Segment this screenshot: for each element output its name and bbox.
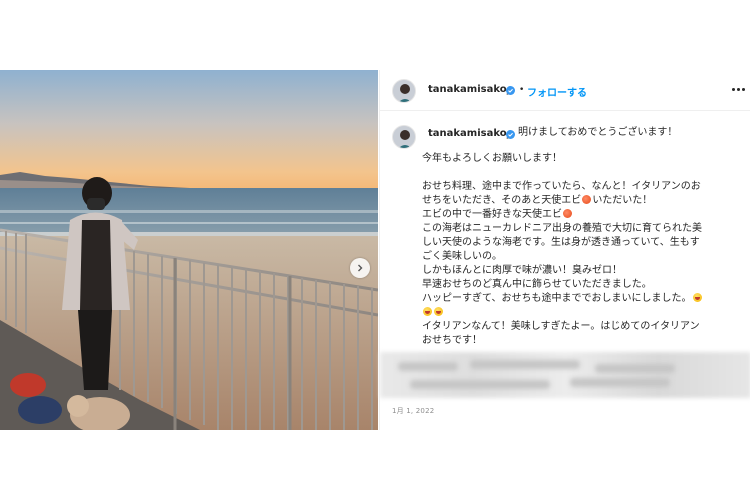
caption-line-11: ハッピーすぎて、おせちも途中まででおしまいにしました。 [422, 292, 703, 306]
caption-line-3: おせち料理、途中まで作っていたら、なんと！イタリアンのお [422, 181, 701, 192]
caption-avatar[interactable] [392, 125, 416, 149]
caption-line-5a: エビの中で一番好きな天使エビ [422, 209, 562, 220]
next-photo-button[interactable] [350, 258, 370, 278]
caption-line-11a: ハッピーすぎて、おせちも途中まででおしまいにしました。 [422, 293, 692, 304]
blurred-text [410, 380, 550, 389]
profile-picture [393, 80, 415, 102]
blurred-comments-area [380, 352, 750, 398]
post-date[interactable]: 1月 1, 2022 [392, 406, 434, 416]
caption-line-7: しい天使のような海老です。生は身が透き通っていて、生もす [422, 237, 700, 248]
blurred-text [570, 378, 670, 387]
follow-button[interactable]: フォローする [527, 84, 587, 99]
beach-sunset-photo [0, 70, 378, 430]
blurred-text [595, 364, 675, 373]
shrimp-emoji-icon [582, 195, 592, 204]
profile-picture [393, 126, 415, 148]
post-photo[interactable] [0, 70, 378, 430]
separator-dot: • [519, 85, 525, 95]
grinning-emoji-icon [423, 307, 432, 316]
caption-line-14: おせちです！ [422, 335, 482, 346]
post-side-panel: tanakamisako_ • フォローする tanakamisako_ 明けま… [379, 70, 750, 430]
username-link[interactable]: tanakamisako_ [428, 84, 512, 95]
caption-line-1: 明けましておめでとうございます！ [518, 127, 678, 138]
caption-line-2: 今年もよろしくお願いします！ [422, 153, 562, 164]
shrimp-emoji-icon [563, 209, 572, 218]
caption-line-9: しかもほんとに肉厚で味が濃い！臭みゼロ！ [422, 265, 622, 276]
more-options-icon[interactable] [732, 88, 745, 91]
grinning-emoji-icon [434, 307, 443, 316]
blurred-text [398, 362, 458, 371]
caption-line-5: エビの中で一番好きな天使エビ [422, 208, 573, 222]
caption-line-6: この海老はニューカレドニア出身の養殖で大切に育てられた美 [422, 223, 702, 234]
chevron-right-icon [358, 264, 363, 272]
blurred-text [470, 360, 580, 369]
caption-line-8: ごく美味しいの。 [422, 251, 502, 262]
caption-line-4b: いただいた！ [592, 195, 653, 206]
instagram-post-embed: tanakamisako_ • フォローする tanakamisako_ 明けま… [0, 70, 750, 430]
avatar[interactable] [392, 79, 416, 103]
verified-badge-icon [506, 130, 515, 139]
post-header: tanakamisako_ • フォローする [380, 70, 750, 111]
verified-badge-icon [506, 86, 515, 95]
caption-username-link[interactable]: tanakamisako_ [428, 128, 512, 139]
caption-line-12 [422, 306, 444, 320]
caption-line-10: 早速おせちのど真ん中に飾らせていただきました。 [422, 279, 652, 290]
caption-line-4a: せちをいただき、そのあと天使エビ [422, 195, 582, 206]
grinning-emoji-icon [692, 293, 702, 302]
caption-line-4: せちをいただき、そのあと天使エビ いただいた！ [422, 194, 652, 208]
caption-line-13: イタリアンなんて！美味しすぎたよー。はじめてのイタリアン [422, 321, 700, 332]
